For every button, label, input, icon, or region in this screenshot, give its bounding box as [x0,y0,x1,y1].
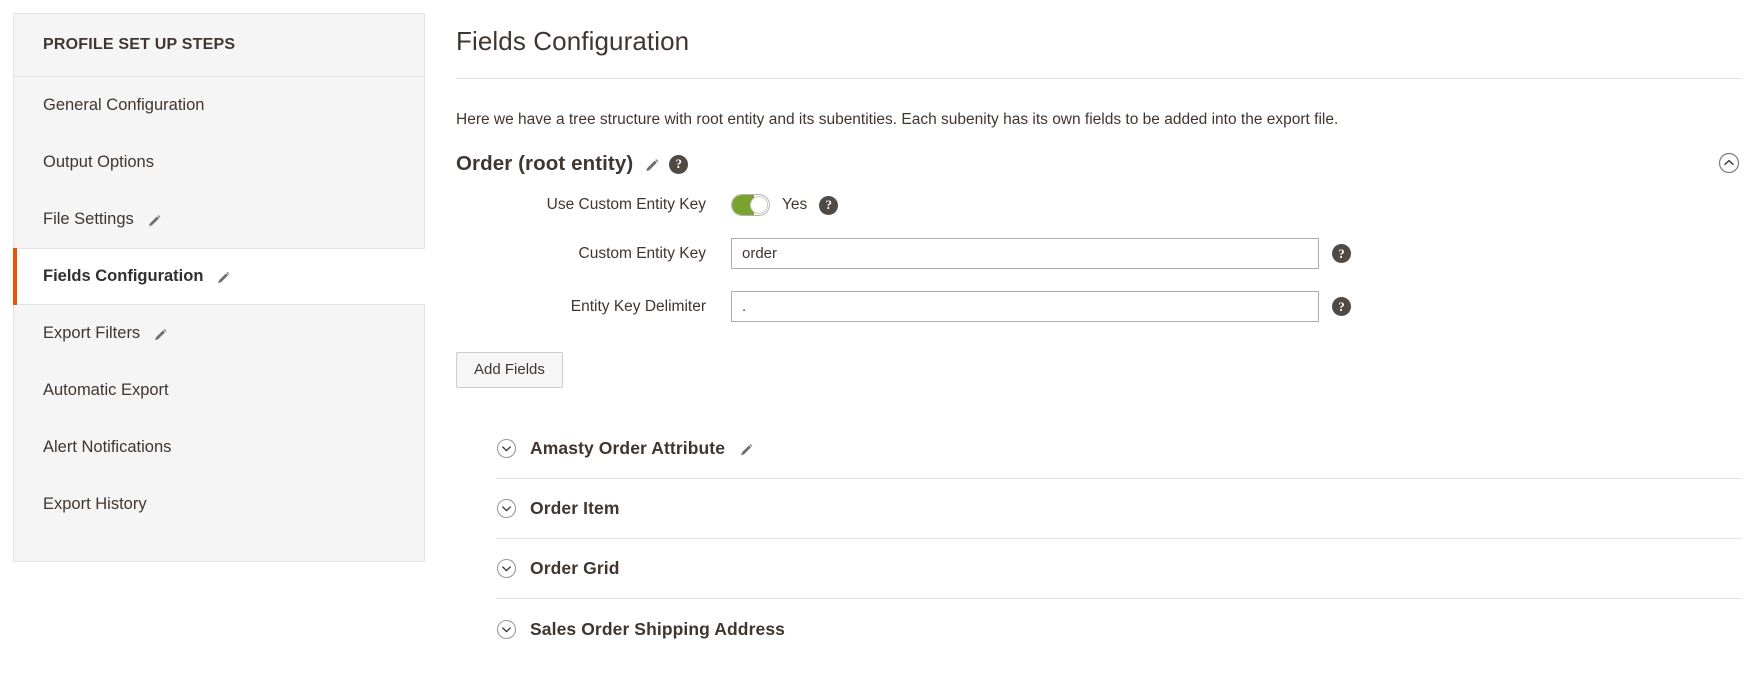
sidebar-item-label: File Settings [43,210,134,228]
sidebar-panel: PROFILE SET UP STEPS General Configurati… [13,13,425,562]
sidebar-item-alert-notifications[interactable]: Alert Notifications [14,419,424,476]
sidebar-item-label: Alert Notifications [43,438,172,456]
subentity-name: Sales Order Shipping Address [530,618,785,639]
field-custom-entity-key: Custom Entity Key ? [456,238,1742,270]
subentity-row-sales-order-shipping-address[interactable]: Sales Order Shipping Address [496,599,1742,659]
sidebar-item-label: Export History [43,495,147,513]
root-entity-form: Use Custom Entity Key Yes ? Custom Entit… [456,176,1742,323]
subentity-row-order-grid[interactable]: Order Grid [496,539,1742,600]
toggle-wrap: Yes ? [731,194,839,217]
toggle-knob [750,196,768,215]
root-entity-title: Order (root entity) [456,152,634,176]
subentity-list: Amasty Order Attribute Order Item Order … [496,419,1742,659]
help-icon[interactable]: ? [1332,297,1351,317]
chevron-down-circle-icon[interactable] [496,558,517,579]
subentity-name: Amasty Order Attribute [530,438,726,459]
help-icon[interactable]: ? [669,154,689,174]
root-entity-header: Order (root entity) ? [456,130,1742,176]
sidebar-item-export-history[interactable]: Export History [14,476,424,533]
chevron-up-circle-icon[interactable] [1718,152,1740,174]
use-custom-entity-key-toggle[interactable] [731,194,770,217]
sidebar-item-label: Export Filters [43,324,141,342]
sidebar-item-label: General Configuration [43,96,205,114]
sidebar-item-automatic-export[interactable]: Automatic Export [14,362,424,419]
page-title: Fields Configuration [456,26,690,56]
subentity-name: Order Grid [530,558,620,579]
main-inner: Fields Configuration Here we have a tree… [425,0,1764,659]
field-entity-key-delimiter: Entity Key Delimiter ? [456,291,1742,323]
sidebar-item-label: Output Options [43,153,154,171]
field-control: ? [731,238,1351,270]
subentity-row-order-item[interactable]: Order Item [496,479,1742,540]
sidebar-item-export-filters[interactable]: Export Filters [14,305,424,362]
subentity-name: Order Item [530,498,620,519]
add-fields-button[interactable]: Add Fields [456,352,563,389]
field-use-custom-entity-key: Use Custom Entity Key Yes ? [456,194,1742,217]
field-control: Yes ? [731,194,839,217]
custom-entity-key-input[interactable] [731,238,1319,270]
pencil-icon[interactable] [152,327,168,343]
field-control: ? [731,291,1351,323]
chevron-down-circle-icon[interactable] [496,498,517,519]
pencil-icon[interactable] [738,442,754,458]
sidebar-item-file-settings[interactable]: File Settings [14,191,424,248]
entity-key-delimiter-input[interactable] [731,291,1319,323]
fields-configuration-page: PROFILE SET UP STEPS General Configurati… [0,0,1764,680]
chevron-down-circle-icon[interactable] [496,619,517,640]
toggle-state-label: Yes [782,196,808,214]
sidebar-item-label: Fields Configuration [43,267,204,285]
pencil-icon[interactable] [643,157,659,173]
sidebar-nav-list: General Configuration Output Options Fil… [13,77,425,533]
sidebar-item-general-configuration[interactable]: General Configuration [14,77,424,134]
sidebar-item-label: Automatic Export [43,381,169,399]
main-content: Fields Configuration Here we have a tree… [425,0,1764,680]
pencil-icon[interactable] [146,213,162,229]
help-icon[interactable]: ? [1332,244,1351,264]
sidebar-item-fields-configuration[interactable]: Fields Configuration [13,248,425,305]
sidebar-item-output-options[interactable]: Output Options [14,134,424,191]
field-label: Use Custom Entity Key [546,196,706,214]
intro-text: Here we have a tree structure with root … [456,111,1339,128]
field-label: Custom Entity Key [578,244,707,262]
profile-steps-sidebar: PROFILE SET UP STEPS General Configurati… [0,0,425,680]
field-label: Entity Key Delimiter [570,297,706,315]
sidebar-title: PROFILE SET UP STEPS [14,14,424,77]
help-icon[interactable]: ? [819,195,839,215]
subentity-row-amasty-order-attribute[interactable]: Amasty Order Attribute [496,419,1742,480]
chevron-down-circle-icon[interactable] [496,438,517,459]
pencil-icon[interactable] [215,270,231,286]
